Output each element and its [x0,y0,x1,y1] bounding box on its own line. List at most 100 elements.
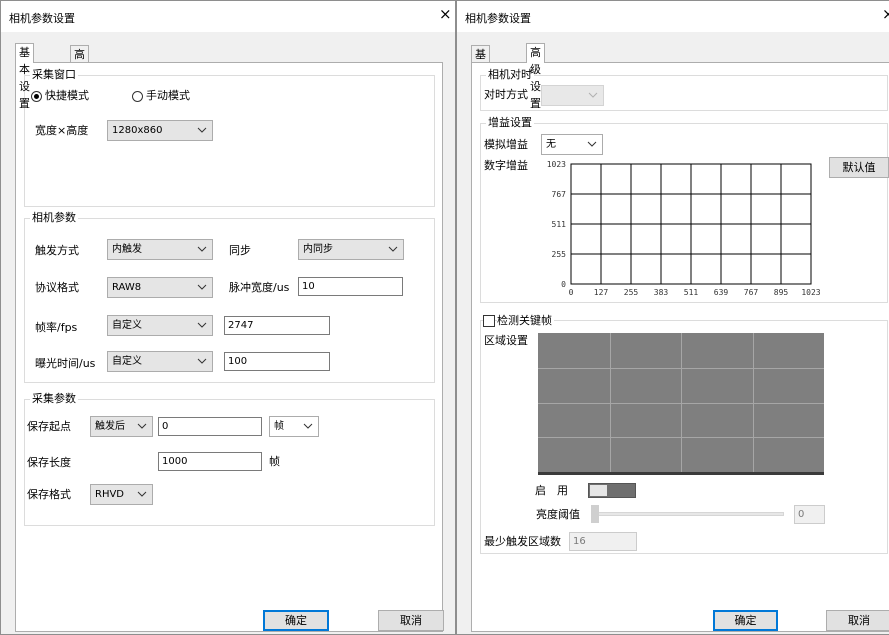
chevron-down-icon [197,284,207,290]
exposure-value: 100 [228,356,248,367]
manual-mode-radio[interactable] [132,91,143,102]
ok-button[interactable]: 确定 [263,610,329,631]
sync-label: 同步 [229,244,251,257]
framerate-input[interactable]: 2747 [224,316,330,335]
tab-advanced-settings[interactable]: 高级设置 [70,45,89,112]
protocol-value: RAW8 [112,282,142,293]
detect-keyframe-label[interactable]: 检测关键帧 [497,314,554,328]
chevron-down-icon [197,246,207,252]
trigger-mode-combo[interactable]: 内触发 [107,239,213,260]
camera-settings-dialog-advanced: 相机参数设置 × 基本设置 高级设置 相机对时 对时方式 增益设置 模拟增益 无… [456,0,889,635]
y-tick-label: 255 [552,250,567,259]
ok-button[interactable]: 确定 [713,610,778,631]
framerate-label: 帧率/fps [35,321,78,334]
save-format-label: 保存格式 [27,488,71,501]
save-start-input[interactable]: 0 [158,417,262,436]
trigger-mode-label: 触发方式 [35,244,79,257]
x-tick-label: 383 [654,288,669,297]
dialog-title: 相机参数设置 [465,12,531,25]
region-grid[interactable] [538,333,824,475]
chevron-down-icon [197,322,207,328]
brightness-slider-track[interactable] [594,512,784,516]
sync-value: 内同步 [303,244,333,255]
min-trigger-regions-input[interactable]: 16 [569,532,637,551]
cancel-button[interactable]: 取消 [378,610,444,631]
chevron-down-icon [587,141,597,147]
group-title: 相机对时 [486,68,534,82]
x-tick-label: 639 [714,288,729,297]
brightness-threshold-input[interactable]: 0 [794,505,825,524]
tab-basic-settings[interactable]: 基本设置 [15,43,34,110]
close-icon[interactable]: × [439,7,452,22]
x-tick-label: 0 [569,288,574,297]
protocol-combo[interactable]: RAW8 [107,277,213,298]
resolution-label: 宽度×高度 [35,124,89,137]
brightness-slider-thumb[interactable] [591,505,599,523]
title-bar: 相机参数设置 × [457,1,889,32]
chevron-down-icon [588,92,598,98]
pulse-width-input[interactable]: 10 [298,277,403,296]
digital-gain-label: 数字增益 [484,159,528,172]
save-length-input[interactable]: 1000 [158,452,262,471]
min-trigger-regions-label: 最少触发区域数 [484,535,561,548]
detect-keyframe-checkbox[interactable] [483,315,495,327]
analog-gain-value: 无 [546,139,556,150]
save-length-unit: 帧 [269,455,280,468]
save-start-unit-combo[interactable]: 帧 [269,416,319,437]
sync-method-label: 对时方式 [484,88,528,101]
brightness-threshold-label: 亮度阈值 [536,508,580,521]
region-settings-label: 区域设置 [484,334,528,347]
dialog-title: 相机参数设置 [9,12,75,25]
sync-method-combo[interactable] [541,85,604,106]
exposure-mode-combo[interactable]: 自定义 [107,351,213,372]
resolution-value: 1280x860 [112,125,163,136]
analog-gain-combo[interactable]: 无 [541,134,603,155]
default-value-button[interactable]: 默认值 [829,157,889,178]
x-tick-label: 1023 [801,288,820,297]
save-length-value: 1000 [162,456,188,467]
y-tick-label: 511 [552,220,567,229]
brightness-threshold-value: 0 [798,509,805,520]
tab-panel: 相机对时 对时方式 增益设置 模拟增益 无 数字增益 默认值 0 127 255 38… [471,62,889,632]
y-tick-label: 767 [552,190,567,199]
framerate-mode-value: 自定义 [112,320,142,331]
title-bar: 相机参数设置 × [1,1,455,32]
quick-mode-label[interactable]: 快捷模式 [45,89,89,103]
save-format-value: RHVD [95,489,125,500]
tab-advanced-settings[interactable]: 高级设置 [526,43,545,110]
capture-window-group: 采集窗口 快捷模式 手动模式 宽度×高度 1280x860 [24,68,435,207]
save-start-value: 0 [162,421,169,432]
cancel-button[interactable]: 取消 [826,610,889,631]
digital-gain-curve-chart[interactable]: 0 127 255 383 511 639 767 895 1023 0 255 511 767 102… [536,156,826,302]
framerate-mode-combo[interactable]: 自定义 [107,315,213,336]
framerate-value: 2747 [228,320,254,331]
save-start-unit-value: 帧 [274,421,284,432]
resolution-combo[interactable]: 1280x860 [107,120,213,141]
gain-group: 增益设置 模拟增益 无 数字增益 默认值 0 127 255 383 511 639 767… [480,116,889,303]
save-format-combo[interactable]: RHVD [90,484,153,505]
manual-mode-label[interactable]: 手动模式 [146,89,190,103]
tab-panel: 采集窗口 快捷模式 手动模式 宽度×高度 1280x860 相机参数 触发方式 … [15,62,443,632]
x-tick-label: 511 [684,288,699,297]
tab-basic-settings[interactable]: 基本设置 [471,45,490,112]
trigger-mode-value: 内触发 [112,244,142,255]
group-title: 相机参数 [30,211,78,225]
chevron-down-icon [303,423,313,429]
close-icon[interactable]: × [882,7,889,22]
y-tick-label: 1023 [547,160,566,169]
analog-gain-label: 模拟增益 [484,138,528,151]
y-tick-label: 0 [561,280,566,289]
group-title: 采集参数 [30,392,78,406]
region-grid-line-horizontal [538,437,824,439]
x-tick-label: 895 [774,288,789,297]
quick-mode-radio[interactable] [31,91,42,102]
save-start-mode-combo[interactable]: 触发后 [90,416,153,437]
pulse-width-label: 脉冲宽度/us [229,281,290,294]
chevron-down-icon [197,358,207,364]
x-tick-label: 127 [594,288,609,297]
save-length-label: 保存长度 [27,456,71,469]
enable-toggle[interactable] [588,483,636,498]
exposure-input[interactable]: 100 [224,352,330,371]
keyframe-group: 检测关键帧 区域设置 启 用 亮度阈值 0 最少触发区域数 16 [480,314,888,554]
sync-combo[interactable]: 内同步 [298,239,404,260]
